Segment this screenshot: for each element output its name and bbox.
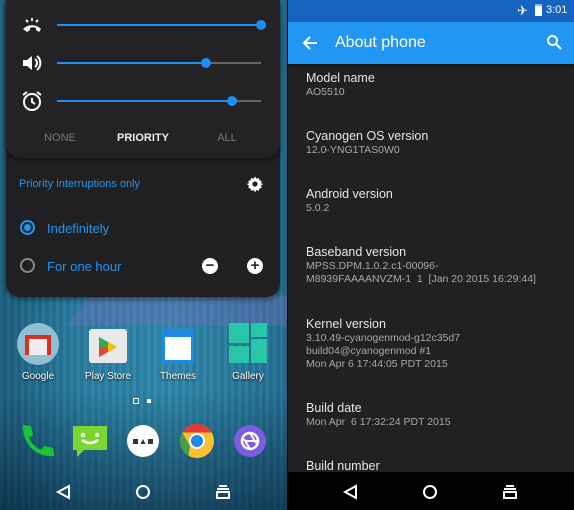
alarm-slider-row — [6, 89, 280, 113]
back-button[interactable] — [341, 484, 361, 500]
page-title: About phone — [335, 34, 426, 51]
slider-thumb[interactable] — [256, 20, 266, 30]
media-slider[interactable] — [57, 58, 261, 68]
alarm-slider[interactable] — [57, 96, 261, 106]
plus-button[interactable]: + — [247, 258, 263, 274]
home-button[interactable] — [133, 484, 153, 500]
app-label: Gallery — [232, 371, 264, 382]
messaging-icon[interactable] — [70, 421, 110, 461]
back-button[interactable] — [54, 484, 74, 500]
app-play-store[interactable]: Play Store — [73, 323, 143, 382]
battery-icon — [535, 4, 542, 16]
about-phone-screen: ✈ 3:01 About phone Model name AO5510 Cyan… — [288, 0, 574, 510]
option-indefinitely-label[interactable]: Indefinitely — [47, 221, 109, 236]
alarm-icon — [22, 91, 42, 111]
volume-icon — [23, 55, 42, 71]
app-drawer-icon[interactable] — [123, 421, 163, 461]
gallery-icon — [227, 323, 269, 365]
gmail-icon — [17, 323, 59, 365]
home-screen-with-volume-panel: NONE PRIORITY ALL Priority interruptions… — [0, 0, 287, 510]
toolbar: About phone — [288, 22, 574, 64]
setting-build-date[interactable]: Build date Mon Apr 6 17:32:24 PDT 2015 — [306, 400, 451, 429]
setting-cyanogen-os-version[interactable]: Cyanogen OS version 12.0-YNG1TAS0W0 — [306, 128, 428, 157]
setting-model-name[interactable]: Model name AO5510 — [306, 70, 375, 99]
app-label: Play Store — [84, 371, 132, 382]
minus-button[interactable]: − — [202, 258, 218, 274]
app-google[interactable]: Google — [3, 323, 73, 382]
page-indicator-home — [133, 398, 139, 404]
gear-icon[interactable] — [246, 175, 264, 193]
search-icon[interactable] — [546, 34, 562, 50]
radio-indefinitely[interactable] — [20, 220, 35, 235]
slider-fill — [57, 100, 233, 102]
mode-priority[interactable]: PRIORITY — [117, 132, 169, 144]
app-label: Google — [21, 371, 55, 382]
clock: 3:01 — [546, 4, 568, 16]
camera-icon[interactable] — [230, 421, 270, 461]
back-arrow-icon[interactable] — [302, 35, 318, 51]
slider-thumb[interactable] — [227, 96, 238, 106]
setting-android-version[interactable]: Android version 5.0.2 — [306, 186, 393, 215]
setting-baseband-version[interactable]: Baseband version MPSS.DPM.1.0.2.c1-00096-… — [306, 244, 536, 286]
slider-fill — [57, 24, 261, 26]
setting-kernel-version[interactable]: Kernel version 3.10.49-cyanogenmod-g12c35… — [306, 316, 460, 371]
navigation-bar — [288, 472, 574, 510]
play-store-icon — [87, 323, 129, 365]
themes-icon — [157, 323, 199, 365]
airplane-mode-icon: ✈ — [517, 3, 528, 18]
priority-interruptions-link[interactable]: Priority interruptions only — [19, 178, 140, 190]
status-bar: ✈ 3:01 — [288, 0, 574, 22]
volume-panel: NONE PRIORITY ALL Priority interruptions… — [6, 0, 280, 297]
slider-fill — [57, 62, 206, 64]
slider-thumb[interactable] — [200, 58, 211, 68]
phone-icon[interactable] — [17, 421, 57, 461]
radio-one-hour[interactable] — [20, 258, 35, 273]
ringer-slider-row — [6, 13, 280, 37]
home-button[interactable] — [420, 484, 440, 500]
ringer-slider[interactable] — [57, 20, 266, 30]
wallpaper-band — [66, 296, 287, 326]
app-gallery[interactable]: Gallery — [213, 323, 283, 382]
chrome-icon[interactable] — [177, 421, 217, 461]
recents-button[interactable] — [500, 484, 520, 500]
option-one-hour-label[interactable]: For one hour — [47, 259, 121, 274]
mode-all[interactable]: ALL — [217, 132, 237, 144]
volume-card: NONE PRIORITY ALL — [6, 0, 280, 158]
mode-none[interactable]: NONE — [44, 132, 76, 144]
page-indicator — [147, 399, 151, 403]
app-label: Themes — [159, 371, 197, 382]
ringer-icon — [23, 18, 41, 32]
app-themes[interactable]: Themes — [143, 323, 213, 382]
recents-button[interactable] — [213, 484, 233, 500]
media-slider-row — [6, 51, 280, 75]
